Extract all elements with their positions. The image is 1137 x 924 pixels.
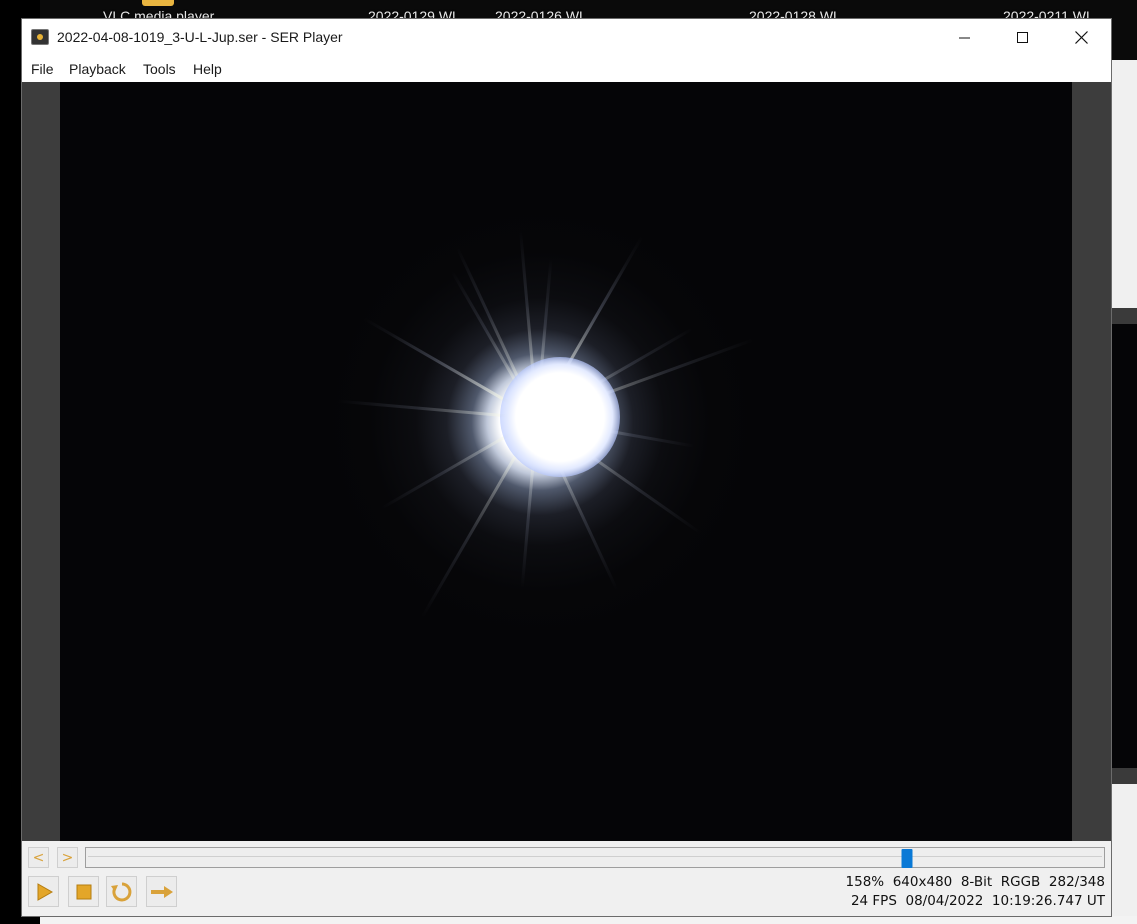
- video-frame: [60, 82, 1072, 841]
- timestamp-line: 24 FPS 08/04/2022 10:19:26.747 UT: [851, 893, 1105, 909]
- date-value: 08/04/2022: [905, 893, 984, 909]
- maximize-button[interactable]: [994, 19, 1052, 56]
- slider-track: [88, 856, 1102, 860]
- ser-player-window: 2022-04-08-1019_3-U-L-Jup.ser - SER Play…: [22, 19, 1111, 916]
- repeat-icon: [110, 882, 131, 901]
- frame-counter: 282/348: [1048, 874, 1105, 890]
- video-viewport: [22, 82, 1111, 841]
- title-bar[interactable]: 2022-04-08-1019_3-U-L-Jup.ser - SER Play…: [22, 19, 1111, 56]
- planet-image: [500, 357, 620, 477]
- stop-icon: [76, 884, 91, 899]
- vlc-icon[interactable]: [142, 0, 174, 6]
- next-frame-button[interactable]: >: [57, 847, 78, 868]
- play-icon: [37, 882, 53, 901]
- menu-file[interactable]: File: [31, 61, 54, 77]
- maximize-icon: [1017, 31, 1028, 43]
- slider-thumb[interactable]: [901, 849, 913, 868]
- menu-tools[interactable]: Tools: [143, 61, 176, 77]
- playback-controls: < > 158% 640x480 8-Bit RGGB 282/348 24 F…: [22, 841, 1111, 916]
- menu-playback[interactable]: Playback: [69, 61, 126, 77]
- frame-slider[interactable]: [85, 847, 1105, 868]
- repeat-button[interactable]: [106, 876, 137, 907]
- resolution-value: 640x480: [892, 874, 953, 890]
- forward-button[interactable]: [146, 876, 177, 907]
- time-value: 10:19:26.747 UT: [991, 893, 1105, 909]
- close-button[interactable]: [1052, 19, 1110, 56]
- minimize-button[interactable]: [936, 19, 994, 56]
- frame-info-line: 158% 640x480 8-Bit RGGB 282/348: [846, 874, 1105, 890]
- color-id-value: RGGB: [1000, 874, 1041, 890]
- close-icon: [1074, 31, 1088, 44]
- bit-depth-value: 8-Bit: [960, 874, 993, 890]
- minimize-icon: [959, 37, 970, 38]
- play-button[interactable]: [28, 876, 59, 907]
- menu-bar: File Playback Tools Help: [22, 56, 1111, 83]
- menu-help[interactable]: Help: [193, 61, 222, 77]
- previous-frame-button[interactable]: <: [28, 847, 49, 868]
- forward-arrow-icon: [150, 885, 173, 898]
- zoom-value: 158%: [845, 874, 885, 890]
- fps-value: 24 FPS: [850, 893, 897, 909]
- background-window-strip: [40, 916, 1137, 924]
- stop-button[interactable]: [68, 876, 99, 907]
- background-window: [1111, 60, 1137, 924]
- window-title: 2022-04-08-1019_3-U-L-Jup.ser - SER Play…: [57, 29, 343, 45]
- app-icon: [31, 29, 49, 45]
